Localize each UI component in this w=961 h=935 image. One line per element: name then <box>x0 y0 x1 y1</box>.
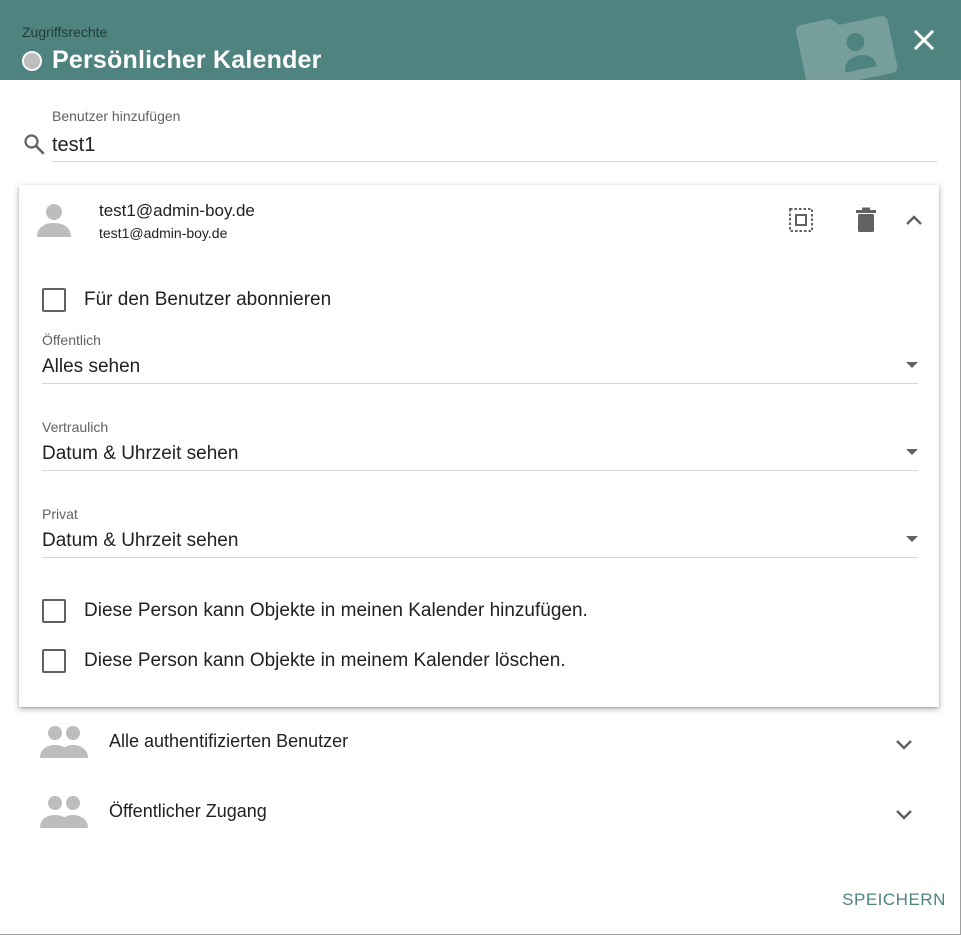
add-user-search-input[interactable] <box>52 130 937 162</box>
group-label: Alle authentifizierten Benutzer <box>109 731 349 751</box>
save-button[interactable]: SPEICHERN <box>838 882 950 918</box>
select-all-button[interactable] <box>785 204 817 236</box>
subscribe-checkbox-row[interactable]: Für den Benutzer abonnieren <box>42 288 331 312</box>
private-label: Privat <box>42 506 78 522</box>
dropdown-arrow-icon <box>906 449 918 455</box>
search-icon <box>24 134 45 155</box>
select-all-icon <box>789 208 813 232</box>
group-label: Öffentlicher Zugang <box>109 801 267 821</box>
subscribe-label: Für den Benutzer abonnieren <box>84 289 332 310</box>
folder-shared-icon <box>795 16 898 80</box>
subscribe-checkbox[interactable] <box>42 288 66 312</box>
trash-icon <box>856 207 876 232</box>
confidential-select[interactable]: Datum & Uhrzeit sehen <box>42 437 918 471</box>
public-select-field: Öffentlich Alles sehen <box>42 332 918 384</box>
can-delete-checkbox-row[interactable]: Diese Person kann Objekte in meinem Kale… <box>42 649 566 673</box>
chevron-up-icon <box>906 215 922 225</box>
confidential-select-field: Vertraulich Datum & Uhrzeit sehen <box>42 419 918 471</box>
public-value: Alles sehen <box>42 355 141 377</box>
group-row-public-access[interactable]: Öffentlicher Zugang <box>19 782 939 842</box>
close-icon <box>913 29 935 51</box>
user-permission-card: test1@admin-boy.de test1@admin-boy.de Fü… <box>19 185 939 707</box>
dropdown-arrow-icon <box>906 362 918 368</box>
private-value: Datum & Uhrzeit sehen <box>42 529 239 551</box>
private-select[interactable]: Datum & Uhrzeit sehen <box>42 524 918 558</box>
chevron-down-icon <box>896 810 912 820</box>
user-name: test1@admin-boy.de <box>99 201 255 220</box>
can-add-checkbox[interactable] <box>42 599 66 623</box>
expand-button[interactable] <box>889 730 919 760</box>
private-select-field: Privat Datum & Uhrzeit sehen <box>42 506 918 558</box>
group-row-authenticated-users[interactable]: Alle authentifizierten Benutzer <box>19 712 939 772</box>
delete-user-button[interactable] <box>850 204 882 236</box>
search-label: Benutzer hinzufügen <box>52 108 181 124</box>
group-icon <box>40 726 88 758</box>
person-avatar-icon <box>37 204 71 237</box>
access-rights-dialog: Zugriffsrechte Persönlicher Kalender Ben… <box>0 0 961 935</box>
can-add-label: Diese Person kann Objekte in meinen Kale… <box>84 600 588 621</box>
can-delete-label: Diese Person kann Objekte in meinem Kale… <box>84 650 566 671</box>
collapse-button[interactable] <box>898 204 930 236</box>
dialog-header: Zugriffsrechte Persönlicher Kalender <box>0 0 961 80</box>
close-button[interactable] <box>906 22 942 58</box>
public-select[interactable]: Alles sehen <box>42 350 918 384</box>
dropdown-arrow-icon <box>906 536 918 542</box>
user-email: test1@admin-boy.de <box>99 225 228 241</box>
dialog-title: Persönlicher Kalender <box>52 46 322 74</box>
can-add-checkbox-row[interactable]: Diese Person kann Objekte in meinen Kale… <box>42 599 588 623</box>
confidential-value: Datum & Uhrzeit sehen <box>42 442 239 464</box>
chevron-down-icon <box>896 740 912 750</box>
expand-button[interactable] <box>889 800 919 830</box>
group-icon <box>40 796 88 828</box>
can-delete-checkbox[interactable] <box>42 649 66 673</box>
dialog-subtitle: Zugriffsrechte <box>22 24 108 40</box>
title-row: Persönlicher Kalender <box>22 46 322 75</box>
confidential-label: Vertraulich <box>42 419 109 435</box>
public-label: Öffentlich <box>42 332 101 348</box>
calendar-color-dot <box>22 50 42 71</box>
